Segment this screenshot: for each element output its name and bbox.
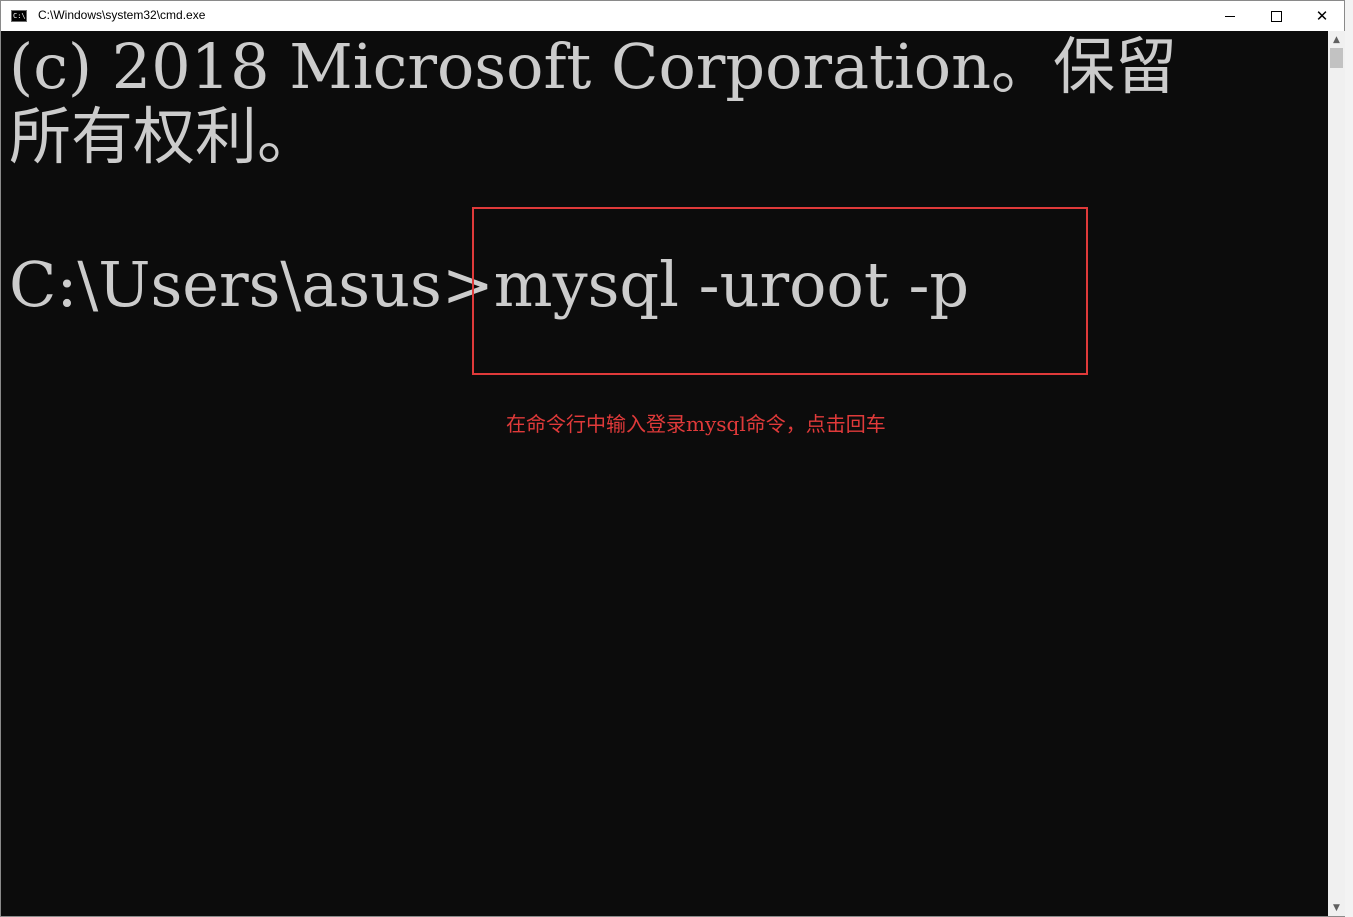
scroll-thumb[interactable] bbox=[1330, 48, 1343, 68]
console-output[interactable]: (c) 2018 Microsoft Corporation。保留 所有权利。 … bbox=[1, 31, 1328, 916]
annotation-text: 在命令行中输入登录mysql命令，点击回车 bbox=[506, 412, 886, 436]
copyright-line-continued: 所有权利。 bbox=[9, 100, 320, 173]
cmd-window: C:\ C:\Windows\system32\cmd.exe ✕ (c) 20… bbox=[0, 0, 1345, 917]
maximize-icon bbox=[1270, 10, 1282, 22]
minimize-button[interactable] bbox=[1207, 1, 1253, 31]
console-icon: C:\ bbox=[11, 10, 27, 22]
close-icon: ✕ bbox=[1315, 7, 1329, 25]
title-bar[interactable]: C:\ C:\Windows\system32\cmd.exe ✕ bbox=[1, 1, 1344, 31]
background-window-edge bbox=[1345, 0, 1353, 917]
close-button[interactable]: ✕ bbox=[1299, 1, 1345, 31]
scroll-down-icon[interactable]: ▼ bbox=[1328, 899, 1345, 916]
command-highlight-box bbox=[472, 207, 1088, 375]
scroll-up-icon[interactable]: ▲ bbox=[1328, 31, 1345, 48]
copyright-line: (c) 2018 Microsoft Corporation。保留 bbox=[9, 31, 1178, 103]
minimize-icon bbox=[1225, 15, 1235, 17]
window-title: C:\Windows\system32\cmd.exe bbox=[38, 8, 206, 22]
vertical-scrollbar[interactable]: ▲ ▼ bbox=[1328, 31, 1345, 916]
maximize-button[interactable] bbox=[1253, 1, 1299, 31]
